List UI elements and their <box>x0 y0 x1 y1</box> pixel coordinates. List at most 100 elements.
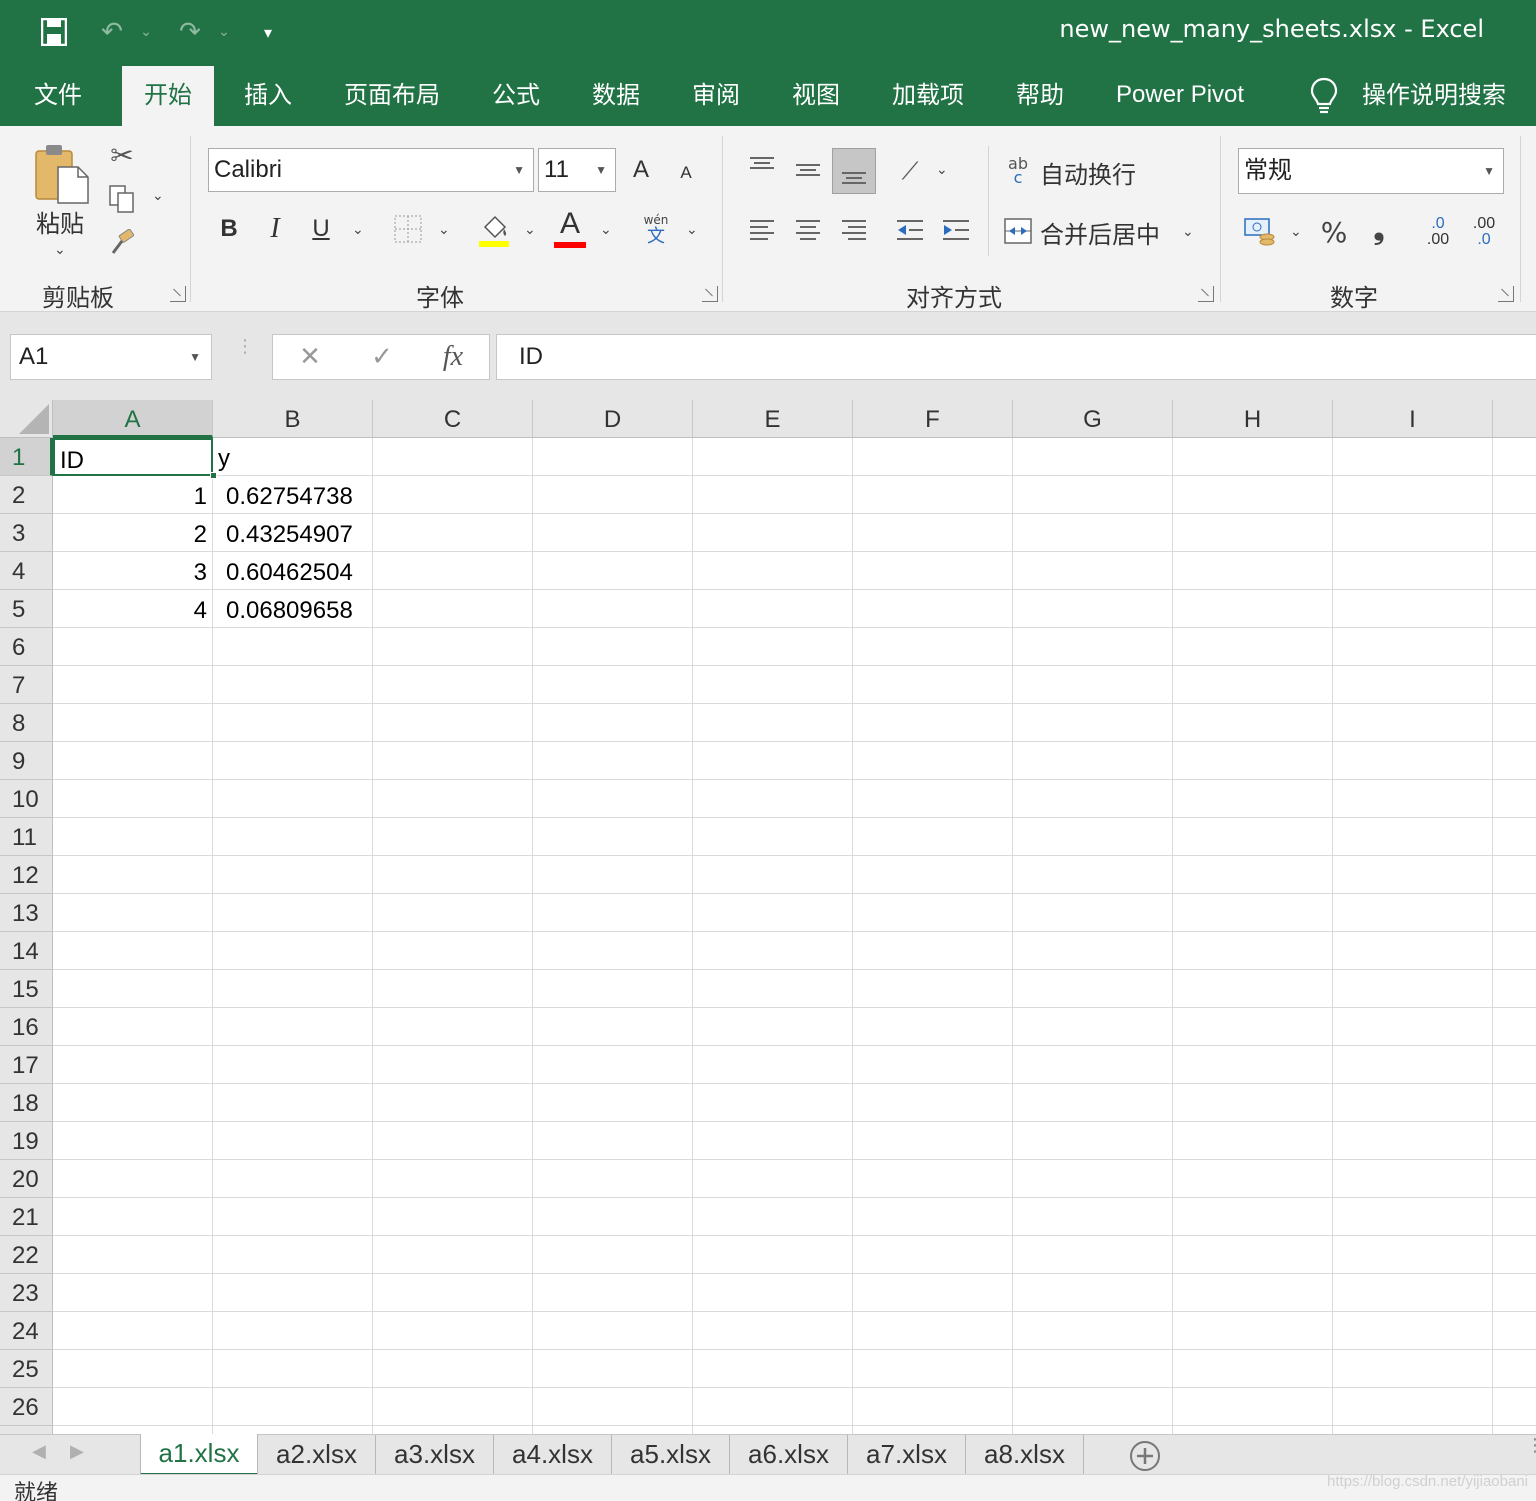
cell-a27[interactable] <box>53 1426 213 1434</box>
cell-e2[interactable] <box>693 476 853 514</box>
cell-c21[interactable] <box>373 1198 533 1236</box>
cell-d26[interactable] <box>533 1388 693 1426</box>
row-header-24[interactable]: 24 <box>0 1312 53 1350</box>
merge-center-icon[interactable] <box>1000 214 1036 248</box>
paste-icon[interactable] <box>28 140 94 206</box>
tab-insert[interactable]: 插入 <box>222 66 314 126</box>
row-header-14[interactable]: 14 <box>0 932 53 970</box>
cell-i13[interactable] <box>1333 894 1493 932</box>
sheet-tab-a4[interactable]: a4.xlsx <box>494 1435 612 1475</box>
cell-f3[interactable] <box>853 514 1013 552</box>
redo-dropdown-icon[interactable]: ⌄ <box>214 12 234 52</box>
cell-j14[interactable] <box>1493 932 1536 970</box>
column-header-g[interactable]: G <box>1013 400 1173 438</box>
cell-h11[interactable] <box>1173 818 1333 856</box>
cell-i22[interactable] <box>1333 1236 1493 1274</box>
cell-c8[interactable] <box>373 704 533 742</box>
cell-f26[interactable] <box>853 1388 1013 1426</box>
cell-h17[interactable] <box>1173 1046 1333 1084</box>
row-header-4[interactable]: 4 <box>0 552 53 590</box>
tab-help[interactable]: 帮助 <box>994 66 1086 126</box>
column-header-c[interactable]: C <box>373 400 533 438</box>
cell-j15[interactable] <box>1493 970 1536 1008</box>
font-launcher-icon[interactable] <box>702 286 718 302</box>
cell-d18[interactable] <box>533 1084 693 1122</box>
cell-a1[interactable]: ID <box>53 438 213 476</box>
row-header-3[interactable]: 3 <box>0 514 53 552</box>
row-header-9[interactable]: 9 <box>0 742 53 780</box>
cell-c4[interactable] <box>373 552 533 590</box>
sheet-tab-a3[interactable]: a3.xlsx <box>376 1435 494 1475</box>
tab-formulas[interactable]: 公式 <box>470 66 562 126</box>
cell-h8[interactable] <box>1173 704 1333 742</box>
cell-a9[interactable] <box>53 742 213 780</box>
align-top-icon[interactable] <box>744 150 780 182</box>
increase-indent-icon[interactable] <box>938 214 974 246</box>
name-box[interactable]: A1 ▼ <box>10 334 212 380</box>
fill-color-dropdown-icon[interactable]: ⌄ <box>524 222 536 238</box>
cell-c27[interactable] <box>373 1426 533 1434</box>
cell-a17[interactable] <box>53 1046 213 1084</box>
cell-b24[interactable] <box>213 1312 373 1350</box>
column-header-e[interactable]: E <box>693 400 853 438</box>
cell-e6[interactable] <box>693 628 853 666</box>
accounting-format-icon[interactable] <box>1240 212 1280 250</box>
cell-j13[interactable] <box>1493 894 1536 932</box>
cell-c16[interactable] <box>373 1008 533 1046</box>
cell-g12[interactable] <box>1013 856 1173 894</box>
tab-page-layout[interactable]: 页面布局 <box>322 66 462 126</box>
cell-i23[interactable] <box>1333 1274 1493 1312</box>
cell-i16[interactable] <box>1333 1008 1493 1046</box>
underline-dropdown-icon[interactable]: ⌄ <box>352 222 364 238</box>
cell-g3[interactable] <box>1013 514 1173 552</box>
cell-a16[interactable] <box>53 1008 213 1046</box>
cell-d24[interactable] <box>533 1312 693 1350</box>
decrease-decimal-button[interactable]: .00 .0 <box>1464 212 1504 252</box>
tab-power-pivot[interactable]: Power Pivot <box>1094 66 1266 126</box>
cell-h18[interactable] <box>1173 1084 1333 1122</box>
cell-c13[interactable] <box>373 894 533 932</box>
cell-a8[interactable] <box>53 704 213 742</box>
row-header-18[interactable]: 18 <box>0 1084 53 1122</box>
cell-f11[interactable] <box>853 818 1013 856</box>
cell-g1[interactable] <box>1013 438 1173 476</box>
tab-add-ins[interactable]: 加载项 <box>870 66 986 126</box>
cell-j12[interactable] <box>1493 856 1536 894</box>
cell-a2[interactable]: 1 <box>53 476 213 514</box>
cell-i9[interactable] <box>1333 742 1493 780</box>
cell-b16[interactable] <box>213 1008 373 1046</box>
cell-a26[interactable] <box>53 1388 213 1426</box>
cell-a11[interactable] <box>53 818 213 856</box>
cell-f7[interactable] <box>853 666 1013 704</box>
cell-a4[interactable]: 3 <box>53 552 213 590</box>
tab-file[interactable]: 文件 <box>12 66 104 126</box>
cell-j22[interactable] <box>1493 1236 1536 1274</box>
cell-g26[interactable] <box>1013 1388 1173 1426</box>
cell-e26[interactable] <box>693 1388 853 1426</box>
cell-f8[interactable] <box>853 704 1013 742</box>
cell-e24[interactable] <box>693 1312 853 1350</box>
align-center-icon[interactable] <box>790 214 826 246</box>
cell-c1[interactable] <box>373 438 533 476</box>
bold-button[interactable]: B <box>212 210 246 248</box>
cell-i11[interactable] <box>1333 818 1493 856</box>
cell-d21[interactable] <box>533 1198 693 1236</box>
cell-j3[interactable] <box>1493 514 1536 552</box>
cell-i4[interactable] <box>1333 552 1493 590</box>
cell-j7[interactable] <box>1493 666 1536 704</box>
cell-h26[interactable] <box>1173 1388 1333 1426</box>
orientation-dropdown-icon[interactable]: ⌄ <box>936 162 948 178</box>
row-header-1[interactable]: 1 <box>0 438 53 476</box>
cell-f6[interactable] <box>853 628 1013 666</box>
cell-f12[interactable] <box>853 856 1013 894</box>
row-header-26[interactable]: 26 <box>0 1388 53 1426</box>
cell-a10[interactable] <box>53 780 213 818</box>
add-sheet-icon[interactable] <box>1128 1439 1162 1473</box>
cell-i15[interactable] <box>1333 970 1493 1008</box>
cell-j5[interactable] <box>1493 590 1536 628</box>
cell-f5[interactable] <box>853 590 1013 628</box>
cell-h23[interactable] <box>1173 1274 1333 1312</box>
column-header-f[interactable]: F <box>853 400 1013 438</box>
fill-handle[interactable] <box>210 472 217 479</box>
cell-j6[interactable] <box>1493 628 1536 666</box>
